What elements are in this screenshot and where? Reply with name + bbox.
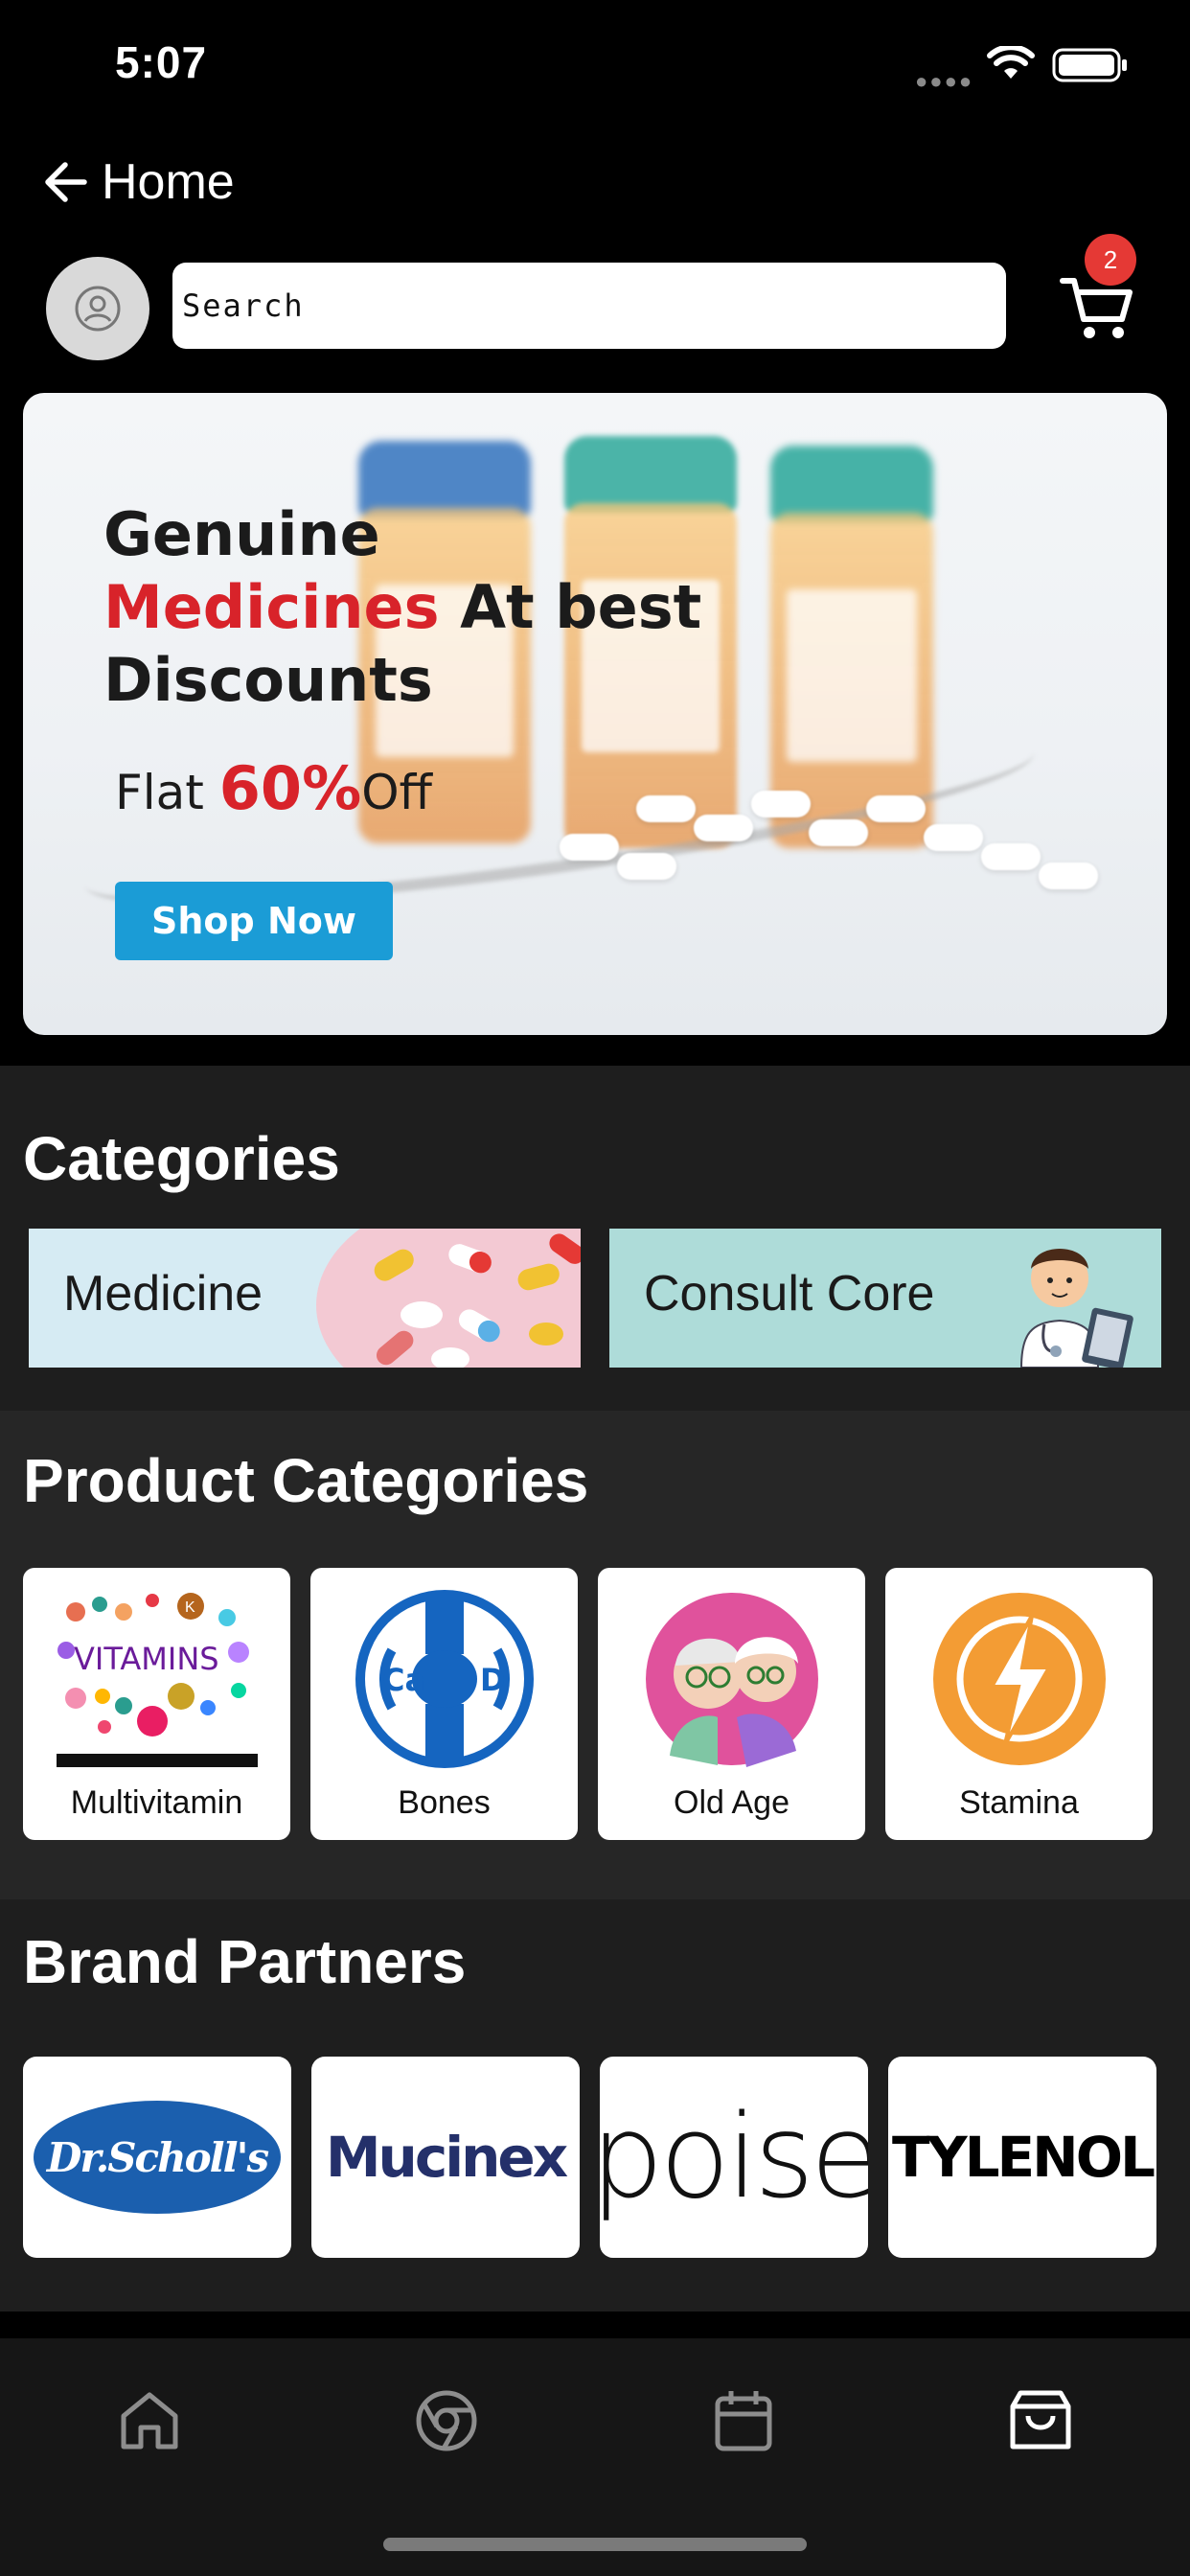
chrome-icon [416, 2390, 477, 2451]
tab-calendar[interactable] [696, 2373, 791, 2469]
svg-text:VITAMINS: VITAMINS [74, 1641, 219, 1677]
tab-home[interactable] [102, 2373, 197, 2469]
pills-icon [374, 1233, 581, 1368]
signal-icon: ●●●● [915, 69, 974, 93]
vitamins-icon: K VITAMINS [47, 1583, 267, 1775]
calendar-icon [715, 2391, 772, 2451]
product-category-multivitamin[interactable]: K VITAMINS Multivitamin [23, 1568, 290, 1840]
home-icon [121, 2392, 178, 2450]
product-category-label: Bones [398, 1784, 491, 1821]
section-title: Categories [23, 1124, 340, 1193]
categories-section: Categories Medicine Consult Core [0, 1066, 1190, 1411]
product-category-stamina[interactable]: Stamina [885, 1568, 1153, 1840]
tylenol-logo: TYLENOL [892, 2125, 1156, 2190]
elderly-couple-icon [622, 1583, 842, 1775]
back-button[interactable]: Home [42, 153, 235, 211]
product-categories-section: Product Categories K VITAMINS Multivitam… [0, 1411, 1190, 1899]
mucinex-logo: Mucinex [325, 2125, 568, 2190]
category-consult-core[interactable]: Consult Core [609, 1229, 1161, 1368]
cart-icon[interactable] [1059, 273, 1135, 342]
user-icon [75, 286, 121, 332]
product-category-label: Old Age [674, 1784, 790, 1821]
banner-discount: Flat 60%Off [115, 753, 433, 823]
shop-now-button[interactable]: Shop Now [115, 882, 393, 960]
category-label: Consult Core [644, 1266, 935, 1322]
tab-shopping-bag[interactable] [993, 2373, 1088, 2469]
brand-dr-scholls[interactable]: Dr.Scholl's [23, 2057, 291, 2258]
search-input[interactable] [172, 263, 1006, 349]
brand-mucinex[interactable]: Mucinex [311, 2057, 580, 2258]
avatar[interactable] [46, 257, 149, 360]
product-category-old-age[interactable]: Old Age [598, 1568, 865, 1840]
shopping-bag-icon [1010, 2390, 1071, 2450]
home-indicator [383, 2538, 807, 2551]
status-bar: 5:07 ●●●● [0, 0, 1190, 134]
doctor-icon [1019, 1249, 1133, 1368]
cart-badge: 2 [1085, 234, 1136, 286]
svg-text:Ca: Ca [382, 1662, 425, 1698]
tab-chrome[interactable] [399, 2373, 494, 2469]
section-title: Brand Partners [23, 1927, 467, 1996]
category-label: Medicine [63, 1266, 263, 1322]
product-category-label: Stamina [959, 1784, 1079, 1821]
section-title: Product Categories [23, 1446, 589, 1515]
banner-headline: Genuine Medicines At best Discounts [103, 499, 702, 715]
product-category-bones[interactable]: Ca D Bones [310, 1568, 578, 1840]
dr-scholls-logo: Dr.Scholl's [34, 2101, 281, 2214]
svg-text:D: D [480, 1662, 506, 1698]
promo-banner[interactable]: Genuine Medicines At best Discounts Flat… [23, 393, 1167, 1035]
battery-icon [1052, 48, 1127, 82]
back-label: Home [102, 154, 235, 210]
brand-tylenol[interactable]: TYLENOL [888, 2057, 1156, 2258]
bone-calcium-icon: Ca D [334, 1583, 555, 1775]
status-time: 5:07 [115, 37, 208, 87]
arrow-left-icon [45, 162, 87, 202]
brand-poise[interactable]: poise [600, 2057, 868, 2258]
category-medicine[interactable]: Medicine [29, 1229, 581, 1368]
lightning-icon [909, 1583, 1130, 1775]
poise-logo: poise [600, 2090, 868, 2224]
wifi-icon [987, 46, 1035, 79]
svg-text:K: K [185, 1599, 195, 1616]
product-category-label: Multivitamin [70, 1784, 243, 1821]
brand-partners-section: Brand Partners Dr.Scholl's Mucinex poise… [0, 1899, 1190, 2312]
